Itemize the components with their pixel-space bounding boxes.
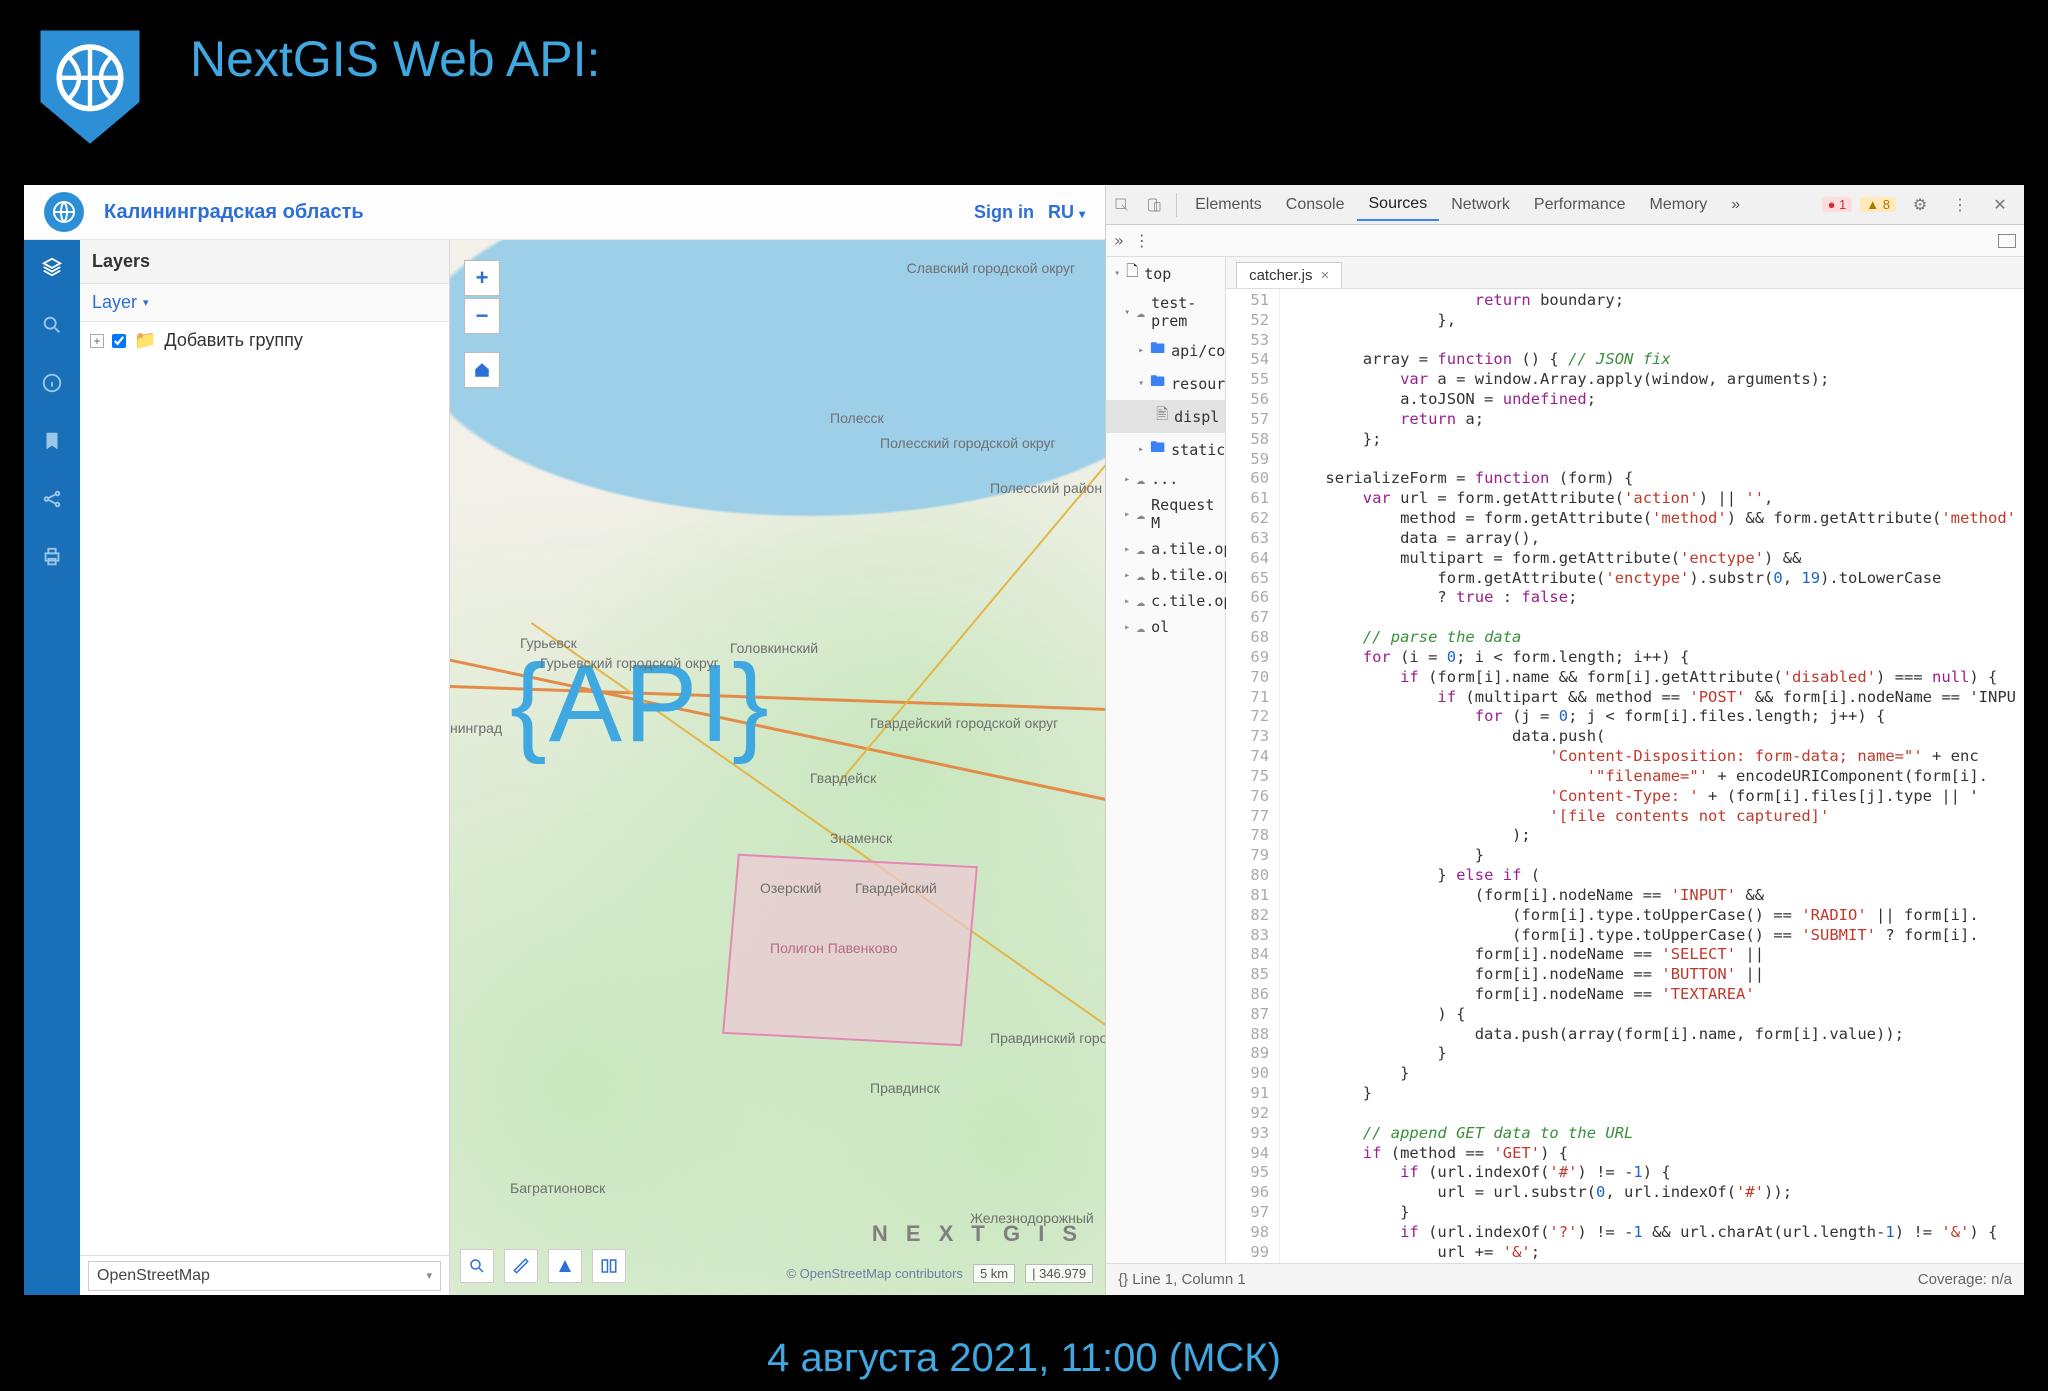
nav-item[interactable]: ▾🗋 top bbox=[1106, 257, 1225, 290]
code-editor: catcher.js × 51 52 53 54 55 56 57 58 59 … bbox=[1226, 257, 2024, 1263]
tab-elements[interactable]: Elements bbox=[1183, 190, 1274, 220]
nav-item[interactable]: ▸☁ ... bbox=[1106, 466, 1225, 492]
webgis-logo-icon[interactable] bbox=[44, 192, 84, 232]
map-place-label: Полесск bbox=[830, 410, 884, 426]
nav-item[interactable]: ▸☁ b.tile.open bbox=[1106, 562, 1225, 588]
map-bottom-toolbar bbox=[460, 1249, 626, 1283]
nav-item[interactable]: ▸🖿 static/6 bbox=[1106, 433, 1225, 466]
tab-memory[interactable]: Memory bbox=[1637, 190, 1719, 220]
layers-header: Layers bbox=[80, 240, 449, 284]
info-icon[interactable] bbox=[37, 368, 67, 398]
nav-item-current[interactable]: 🖹 displ bbox=[1106, 400, 1225, 433]
webgis-app: Калининградская область Sign in RU ▾ Lay… bbox=[24, 185, 1106, 1295]
bookmark-icon[interactable] bbox=[37, 426, 67, 456]
tab-performance[interactable]: Performance bbox=[1522, 190, 1638, 220]
file-tab[interactable]: catcher.js × bbox=[1236, 262, 1342, 288]
map-place-label: Гвардейский bbox=[855, 880, 937, 896]
layers-icon[interactable] bbox=[37, 252, 67, 282]
search-icon[interactable] bbox=[37, 310, 67, 340]
coverage-status: Coverage: n/a bbox=[1918, 1271, 2012, 1288]
map-place-label: Гурьевский городской округ bbox=[540, 655, 719, 671]
kebab-menu-icon[interactable]: ⋮ bbox=[1944, 189, 1976, 221]
nav-item[interactable]: ▸🖿 api/con bbox=[1106, 334, 1225, 367]
language-switcher[interactable]: RU ▾ bbox=[1048, 202, 1085, 223]
map-place-label: Знаменск bbox=[830, 830, 892, 846]
layer-checkbox[interactable] bbox=[112, 334, 126, 348]
map-place-label: нинград bbox=[450, 720, 502, 736]
map-place-label: Гвардейский городской округ bbox=[870, 715, 1058, 731]
sources-toolbar: » ⋮ bbox=[1106, 225, 2024, 257]
tab-more[interactable]: » bbox=[1719, 190, 1752, 220]
expand-icon[interactable]: + bbox=[90, 334, 104, 348]
compare-tool-icon[interactable] bbox=[592, 1249, 626, 1283]
map-place-label: Озерский bbox=[760, 880, 822, 896]
cursor-position: {} Line 1, Column 1 bbox=[1118, 1271, 1246, 1288]
map-place-label: Головкинский bbox=[730, 640, 818, 656]
map-attribution: © OpenStreetMap contributors 5 km | 346.… bbox=[786, 1264, 1093, 1283]
zoom-out-button[interactable]: − bbox=[464, 298, 500, 334]
map-place-label: Правдинский городской округ bbox=[990, 1030, 1105, 1046]
map-place-label: Гурьевск bbox=[520, 635, 577, 651]
map-place-label: Багратионовск bbox=[510, 1180, 605, 1196]
layer-filter-dropdown[interactable]: Layer▾ bbox=[80, 284, 449, 322]
devtools-tabbar: Elements Console Sources Network Perform… bbox=[1106, 185, 2024, 225]
home-extent-button[interactable] bbox=[464, 352, 500, 388]
nav-item[interactable]: ▸☁ a.tile.open bbox=[1106, 536, 1225, 562]
show-navigator-icon[interactable]: » bbox=[1114, 231, 1124, 250]
nav-item[interactable]: ▸☁ Request M bbox=[1106, 492, 1225, 536]
nextgis-shield-logo bbox=[30, 20, 150, 150]
map-canvas[interactable]: + − {API} Славский городской округ Полес… bbox=[450, 240, 1105, 1295]
close-tab-icon[interactable]: × bbox=[1320, 267, 1329, 284]
layer-name: Добавить группу bbox=[164, 330, 302, 351]
warning-count[interactable]: ▲ 8 bbox=[1860, 197, 1896, 212]
zoom-in-button[interactable]: + bbox=[464, 260, 500, 296]
nextgis-watermark: N E X T G I S bbox=[872, 1221, 1083, 1247]
map-place-label: Правдинск bbox=[870, 1080, 940, 1096]
kebab-small-icon[interactable]: ⋮ bbox=[1134, 231, 1150, 250]
drawer-toggle-icon[interactable] bbox=[1998, 234, 2016, 248]
map-place-label: Славский городской округ bbox=[907, 260, 1075, 276]
devtools-panel: Elements Console Sources Network Perform… bbox=[1106, 185, 2024, 1295]
layers-panel: Layers Layer▾ + 📁 Добавить группу OpenSt… bbox=[80, 240, 450, 1295]
folder-icon: 📁 bbox=[134, 330, 156, 351]
tab-sources[interactable]: Sources bbox=[1357, 189, 1440, 221]
area-tool-icon[interactable] bbox=[548, 1249, 582, 1283]
left-icon-bar bbox=[24, 240, 80, 1295]
share-icon[interactable] bbox=[37, 484, 67, 514]
osm-attribution[interactable]: © OpenStreetMap contributors bbox=[786, 1266, 963, 1281]
scale-bar: 5 km bbox=[973, 1264, 1015, 1283]
device-toggle-icon[interactable] bbox=[1138, 189, 1170, 221]
map-place-label: Полигон Павенково bbox=[770, 940, 898, 956]
error-count[interactable]: ● 1 bbox=[1822, 197, 1853, 212]
signin-link[interactable]: Sign in bbox=[974, 202, 1034, 223]
coords-display: | 346.979 bbox=[1025, 1264, 1093, 1283]
source-navigator: ▾🗋 top ▾☁ test-prem ▸🖿 api/con ▾🖿 resour… bbox=[1106, 257, 1226, 1263]
tab-network[interactable]: Network bbox=[1439, 190, 1522, 220]
nav-item[interactable]: ▸☁ c.tile.open bbox=[1106, 588, 1225, 614]
measure-tool-icon[interactable] bbox=[504, 1249, 538, 1283]
basemap-select[interactable]: OpenStreetMap▾ bbox=[88, 1261, 441, 1291]
code-content[interactable]: return boundary; }, array = function () … bbox=[1280, 289, 2024, 1263]
tab-console[interactable]: Console bbox=[1274, 190, 1357, 220]
inspect-element-icon[interactable] bbox=[1106, 189, 1138, 221]
search-tool-icon[interactable] bbox=[460, 1249, 494, 1283]
nav-item[interactable]: ▸☁ ol bbox=[1106, 614, 1225, 640]
map-place-label: Полесский район bbox=[990, 480, 1102, 496]
file-tab-label: catcher.js bbox=[1249, 267, 1312, 284]
slide-title: NextGIS Web API: bbox=[190, 30, 600, 88]
app-screenshot: Калининградская область Sign in RU ▾ Lay… bbox=[24, 185, 2024, 1295]
nav-item[interactable]: ▾☁ test-prem bbox=[1106, 290, 1225, 334]
settings-gear-icon[interactable]: ⚙ bbox=[1904, 189, 1936, 221]
webgis-topbar: Калининградская область Sign in RU ▾ bbox=[24, 185, 1105, 240]
nav-item[interactable]: ▾🖿 resourc bbox=[1106, 367, 1225, 400]
map-place-label: Полесский городской округ bbox=[880, 435, 1056, 451]
devtools-statusbar: {} Line 1, Column 1 Coverage: n/a bbox=[1106, 1263, 2024, 1295]
region-title[interactable]: Калининградская область bbox=[104, 201, 364, 224]
slide-footer: 4 августа 2021, 11:00 (МСК) bbox=[0, 1336, 2048, 1381]
map-place-label: Гвардейск bbox=[810, 770, 876, 786]
print-icon[interactable] bbox=[37, 542, 67, 572]
line-gutter: 51 52 53 54 55 56 57 58 59 60 61 62 63 6… bbox=[1226, 289, 1280, 1263]
layer-tree-item[interactable]: + 📁 Добавить группу bbox=[80, 322, 449, 359]
close-devtools-icon[interactable]: ✕ bbox=[1984, 189, 2016, 221]
